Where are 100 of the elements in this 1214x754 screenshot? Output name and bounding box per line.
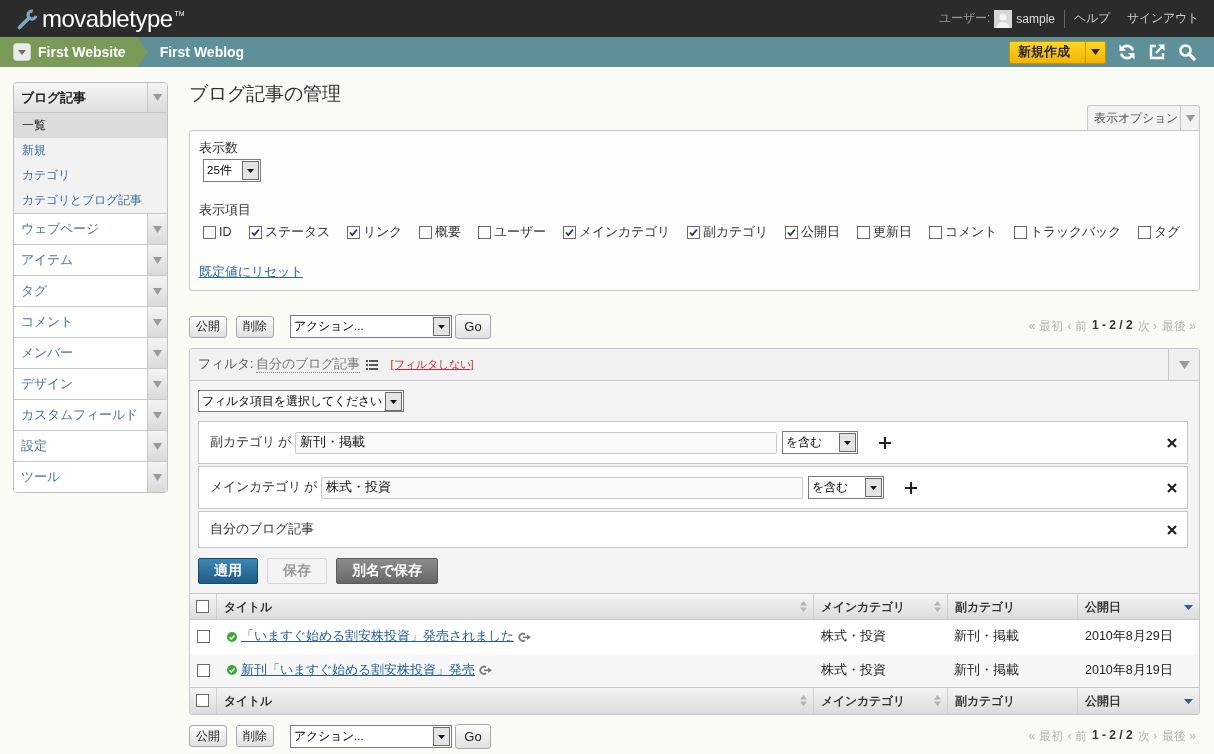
logo-text[interactable]: movabletype <box>42 5 173 32</box>
checkbox-label: 副カテゴリ <box>702 224 768 240</box>
clear-filter-link[interactable]: [フィルタしない] <box>390 357 474 372</box>
expand-button[interactable] <box>147 431 167 461</box>
close-icon[interactable] <box>1167 437 1177 448</box>
checkbox[interactable] <box>418 225 432 239</box>
open-external-icon[interactable] <box>1148 43 1166 61</box>
user-name-link[interactable]: sample <box>1016 11 1055 26</box>
entry-title-link[interactable]: 新刊「いますぐ始める割安株投資」発売 <box>241 662 475 677</box>
submenu-item[interactable]: 新規 <box>14 138 167 163</box>
expand-button[interactable] <box>147 400 167 430</box>
checkbox[interactable] <box>856 225 870 239</box>
column-header[interactable]: メインカテゴリ <box>813 687 947 714</box>
sidebar-item[interactable]: ブログ記事 <box>14 83 167 113</box>
sidebar-item[interactable]: アイテム <box>14 244 167 275</box>
sidebar-item[interactable]: カスタムフィールド <box>14 399 167 430</box>
page-range: 1 - 2 / 2 <box>1091 318 1133 334</box>
go-button[interactable]: Go <box>455 314 491 339</box>
checkbox-label: ID <box>219 224 232 240</box>
column-header[interactable]: 副カテゴリ <box>947 687 1077 714</box>
table-cell: 株式・投資 <box>813 619 947 654</box>
column-header[interactable]: 公開日 <box>1077 687 1199 714</box>
operator-select[interactable]: を含む <box>808 476 885 499</box>
checkbox[interactable] <box>346 225 360 239</box>
sidebar-item[interactable]: ツール <box>14 461 167 492</box>
expand-button[interactable] <box>147 369 167 399</box>
circle-arrow-icon[interactable] <box>518 631 532 642</box>
submenu-item[interactable]: カテゴリとブログ記事 <box>14 188 167 213</box>
sidebar-item[interactable]: 設定 <box>14 430 167 461</box>
search-icon[interactable] <box>1178 43 1196 61</box>
checkbox[interactable] <box>686 225 700 239</box>
checkbox[interactable] <box>562 225 576 239</box>
select-all-checkbox[interactable] <box>196 600 210 613</box>
sidebar-item[interactable]: タグ <box>14 275 167 306</box>
sidebar-item[interactable]: ウェブページ <box>14 213 167 244</box>
avatar-icon <box>994 9 1013 28</box>
action-button[interactable]: 公開 <box>189 725 227 747</box>
blog-name-link[interactable]: First Weblog <box>159 44 245 60</box>
checkbox-label: 概要 <box>434 224 461 240</box>
expand-button[interactable] <box>147 245 167 275</box>
action-button[interactable]: 削除 <box>236 315 274 338</box>
text-field[interactable]: 株式・投資 <box>321 476 804 499</box>
checkbox[interactable] <box>928 225 942 239</box>
close-icon[interactable] <box>1167 482 1177 493</box>
filter-action-button[interactable]: 適用 <box>198 558 258 584</box>
submenu-item[interactable]: カテゴリ <box>14 163 167 188</box>
expand-button[interactable] <box>147 83 167 112</box>
column-header[interactable]: 副カテゴリ <box>947 593 1077 620</box>
column-header[interactable]: タイトル <box>216 593 813 620</box>
operator-select[interactable]: を含む <box>782 431 859 454</box>
action-select[interactable]: アクション... <box>290 724 452 748</box>
expand-button[interactable] <box>147 307 167 337</box>
row-checkbox[interactable] <box>196 663 210 677</box>
column-header[interactable]: 公開日 <box>1077 593 1199 620</box>
header-link[interactable]: ヘルプ <box>1074 10 1110 27</box>
sidebar-item[interactable]: デザイン <box>14 368 167 399</box>
table-cell: 2010年8月29日 <box>1077 619 1199 654</box>
table-cell: 新刊・掲載 <box>947 653 1077 688</box>
action-select[interactable]: アクション... <box>290 315 452 338</box>
filter-name-link[interactable]: 自分のブログ記事 <box>256 356 361 373</box>
action-button[interactable]: 公開 <box>189 315 227 338</box>
submenu-item[interactable]: 一覧 <box>14 113 167 138</box>
filter-action-button[interactable]: 別名で保存 <box>336 558 438 584</box>
expand-button[interactable] <box>147 462 167 492</box>
checkbox-label: ステータス <box>264 224 330 240</box>
checkbox[interactable] <box>1137 225 1151 239</box>
checkbox[interactable] <box>248 225 262 239</box>
caret-down-icon <box>1185 114 1195 122</box>
plus-icon[interactable] <box>905 481 918 494</box>
checkbox[interactable] <box>1013 225 1027 239</box>
sidebar-item[interactable]: メンバー <box>14 337 167 368</box>
column-header[interactable]: タイトル <box>216 687 813 714</box>
checkbox[interactable] <box>477 225 491 239</box>
circle-arrow-icon[interactable] <box>479 665 493 676</box>
entry-title-link[interactable]: 「いますぐ始める割安株投資」発売されました <box>241 629 514 644</box>
display-options-tab[interactable]: 表示オプション <box>1087 105 1200 130</box>
expand-button[interactable] <box>147 214 167 244</box>
go-button[interactable]: Go <box>455 723 491 749</box>
refresh-icon[interactable] <box>1118 43 1136 61</box>
sidebar-item[interactable]: コメント <box>14 306 167 337</box>
expand-button[interactable] <box>147 338 167 368</box>
expand-button[interactable] <box>147 276 167 306</box>
table-cell: 新刊・掲載 <box>947 619 1077 654</box>
filter-item-select[interactable]: フィルタ項目を選択してください <box>198 390 404 412</box>
dropdown-icon[interactable] <box>13 43 31 61</box>
count-select[interactable]: 25件 <box>203 159 261 182</box>
text-field[interactable]: 新刊・掲載 <box>295 431 778 454</box>
checkbox[interactable] <box>784 225 798 239</box>
header-link[interactable]: サインアウト <box>1127 10 1199 27</box>
row-checkbox[interactable] <box>196 630 210 644</box>
close-icon[interactable] <box>1167 524 1177 535</box>
column-header[interactable]: メインカテゴリ <box>813 593 947 620</box>
checkbox[interactable] <box>203 225 216 239</box>
action-button[interactable]: 削除 <box>236 725 274 747</box>
reset-link[interactable]: 既定値にリセット <box>199 265 303 279</box>
select-all-checkbox[interactable] <box>196 694 210 708</box>
condition-label: メインカテゴリ が <box>210 479 318 496</box>
list-icon[interactable] <box>366 359 379 370</box>
plus-icon[interactable] <box>879 436 892 449</box>
new-button[interactable]: 新規作成 <box>1009 40 1106 64</box>
